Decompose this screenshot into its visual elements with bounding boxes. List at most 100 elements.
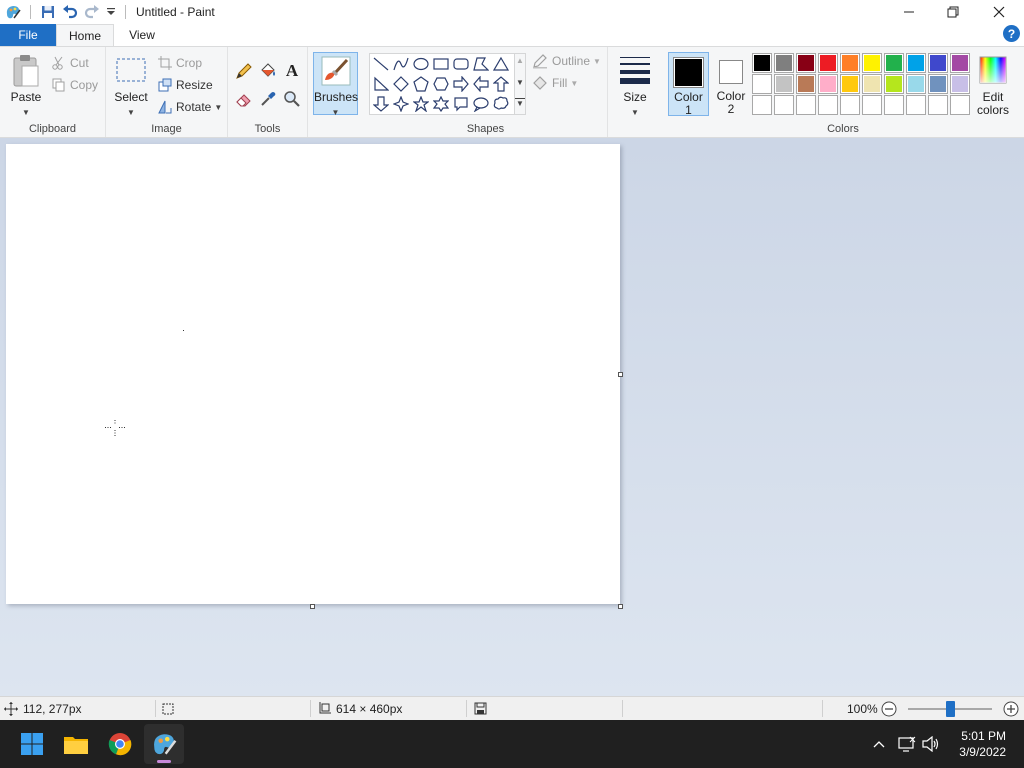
start-button[interactable] [12, 724, 52, 764]
maximize-button[interactable] [930, 0, 976, 24]
tab-home[interactable]: Home [56, 24, 114, 46]
crop-button[interactable]: Crop [158, 53, 202, 73]
zoom-slider-track[interactable] [908, 701, 992, 717]
palette-color-swatch[interactable] [840, 53, 860, 73]
palette-color-swatch[interactable] [774, 95, 794, 115]
minimize-button[interactable] [886, 0, 932, 24]
palette-color-swatch[interactable] [906, 74, 926, 94]
palette-color-swatch[interactable] [752, 74, 772, 94]
four-point-star-shape-icon[interactable] [391, 94, 411, 114]
palette-color-swatch[interactable] [818, 74, 838, 94]
cloud-callout-shape-icon[interactable] [491, 94, 511, 114]
close-button[interactable] [976, 0, 1022, 24]
palette-color-swatch[interactable] [884, 74, 904, 94]
rounded-callout-shape-icon[interactable] [451, 94, 471, 114]
save-icon[interactable] [37, 1, 59, 23]
size-lines-icon[interactable] [618, 53, 652, 87]
paint-app-icon[interactable] [2, 1, 24, 23]
drawing-canvas[interactable] [6, 144, 620, 604]
palette-color-swatch[interactable] [796, 95, 816, 115]
oval-shape-icon[interactable] [411, 54, 431, 74]
palette-color-swatch[interactable] [928, 53, 948, 73]
palette-color-swatch[interactable] [818, 53, 838, 73]
palette-color-swatch[interactable] [884, 95, 904, 115]
palette-color-swatch[interactable] [774, 74, 794, 94]
text-icon[interactable]: A [281, 60, 303, 82]
palette-color-swatch[interactable] [774, 53, 794, 73]
five-point-star-shape-icon[interactable] [411, 94, 431, 114]
network-button[interactable] [894, 724, 920, 764]
palette-color-swatch[interactable] [840, 95, 860, 115]
palette-color-swatch[interactable] [950, 95, 970, 115]
left-arrow-shape-icon[interactable] [471, 74, 491, 94]
fill-button[interactable]: Fill ▼ [532, 73, 578, 93]
triangle-shape-icon[interactable] [491, 54, 511, 74]
line-shape-icon[interactable] [371, 54, 391, 74]
taskbar-clock[interactable]: 5:01 PM 3/9/2022 [959, 728, 1006, 760]
eraser-icon[interactable] [233, 88, 255, 110]
right-arrow-shape-icon[interactable] [451, 74, 471, 94]
paste-button[interactable]: Paste ▼ [6, 90, 46, 118]
canvas-resize-handle-right[interactable] [618, 372, 623, 377]
edit-colors-icon[interactable] [978, 56, 1008, 84]
palette-color-swatch[interactable] [818, 95, 838, 115]
palette-color-swatch[interactable] [862, 74, 882, 94]
select-button[interactable]: Select ▼ [111, 90, 151, 118]
down-arrow-shape-icon[interactable] [371, 94, 391, 114]
rotate-button[interactable]: Rotate ▼ [158, 97, 222, 117]
palette-color-swatch[interactable] [752, 95, 772, 115]
file-explorer-taskbar-button[interactable] [56, 724, 96, 764]
canvas-resize-handle-bottom[interactable] [310, 604, 315, 609]
rounded-rectangle-shape-icon[interactable] [451, 54, 471, 74]
chrome-taskbar-button[interactable] [100, 724, 140, 764]
curve-shape-icon[interactable] [391, 54, 411, 74]
magnifier-icon[interactable] [281, 88, 303, 110]
right-triangle-shape-icon[interactable] [371, 74, 391, 94]
volume-button[interactable] [918, 724, 944, 764]
outline-button[interactable]: Outline ▼ [532, 51, 601, 71]
rectangle-shape-icon[interactable] [431, 54, 451, 74]
size-button[interactable]: Size ▼ [614, 90, 656, 118]
show-hidden-icons-button[interactable] [866, 724, 892, 764]
palette-color-swatch[interactable] [840, 74, 860, 94]
color2-button[interactable]: Color 2 [712, 52, 752, 116]
help-icon[interactable]: ? [1003, 25, 1020, 42]
hexagon-shape-icon[interactable] [431, 74, 451, 94]
tab-file[interactable]: File [0, 24, 56, 46]
palette-color-swatch[interactable] [950, 74, 970, 94]
edit-colors-button[interactable]: Edit colors [974, 91, 1012, 117]
fill-bucket-icon[interactable] [257, 60, 279, 82]
tab-view[interactable]: View [114, 24, 170, 46]
customize-qat-icon[interactable] [103, 1, 119, 23]
palette-color-swatch[interactable] [862, 53, 882, 73]
copy-button[interactable]: Copy [52, 75, 98, 95]
pencil-icon[interactable] [233, 60, 255, 82]
select-icon[interactable] [115, 57, 147, 83]
color-picker-icon[interactable] [257, 88, 279, 110]
undo-icon[interactable] [59, 1, 81, 23]
shapes-scroll-up-icon[interactable]: ▲ [516, 56, 524, 65]
up-arrow-shape-icon[interactable] [491, 74, 511, 94]
canvas-resize-handle-corner[interactable] [618, 604, 623, 609]
cut-button[interactable]: Cut [52, 53, 89, 73]
palette-color-swatch[interactable] [752, 53, 772, 73]
paint-taskbar-button[interactable] [144, 724, 184, 764]
zoom-out-button[interactable] [881, 697, 897, 720]
palette-color-swatch[interactable] [928, 95, 948, 115]
shapes-expand-icon[interactable]: ▼ [515, 98, 525, 108]
resize-button[interactable]: Resize [158, 75, 213, 95]
brushes-button[interactable]: Brushes ▼ [313, 52, 358, 117]
palette-color-swatch[interactable] [884, 53, 904, 73]
palette-color-swatch[interactable] [796, 53, 816, 73]
palette-color-swatch[interactable] [862, 95, 882, 115]
palette-color-swatch[interactable] [906, 53, 926, 73]
shapes-scroll-down-icon[interactable]: ▼ [516, 78, 524, 87]
palette-color-swatch[interactable] [906, 95, 926, 115]
color1-button[interactable]: Color 1 [668, 52, 709, 117]
palette-color-swatch[interactable] [796, 74, 816, 94]
palette-color-swatch[interactable] [950, 53, 970, 73]
pentagon-shape-icon[interactable] [411, 74, 431, 94]
redo-icon[interactable] [81, 1, 103, 23]
polygon-shape-icon[interactable] [471, 54, 491, 74]
zoom-in-button[interactable] [1003, 697, 1019, 720]
